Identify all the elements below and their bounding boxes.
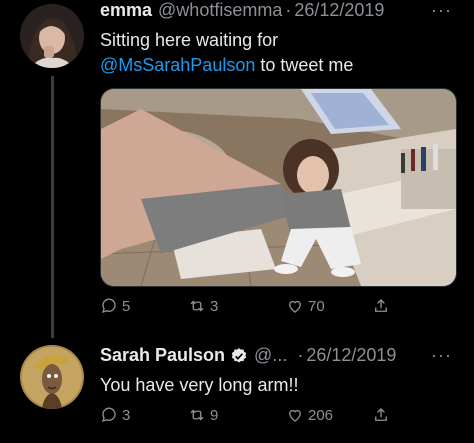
avatar[interactable] bbox=[20, 4, 84, 68]
profile-photo-icon bbox=[20, 4, 84, 68]
reply-count: 3 bbox=[122, 406, 131, 424]
tweet-header: Sarah Paulson @... · 26/12/2019 bbox=[100, 345, 396, 366]
tweet-actions: 3 9 206 bbox=[100, 406, 400, 428]
avatar[interactable] bbox=[20, 345, 84, 409]
tweet-text-tail: to tweet me bbox=[255, 55, 354, 75]
display-name[interactable]: Sarah Paulson bbox=[100, 345, 225, 366]
thread-connector-line bbox=[51, 76, 54, 338]
handle[interactable]: @... bbox=[254, 345, 287, 366]
share-icon bbox=[375, 408, 387, 421]
share-button[interactable] bbox=[372, 406, 390, 424]
timestamp[interactable]: 26/12/2019 bbox=[306, 345, 396, 366]
tweet-actions: 5 3 70 bbox=[100, 297, 400, 319]
heart-icon bbox=[289, 409, 301, 422]
reply-icon bbox=[101, 407, 116, 423]
handle[interactable]: @whotfisemma bbox=[158, 0, 282, 21]
tweet-text: You have very long arm!! bbox=[100, 375, 299, 395]
separator: · bbox=[297, 345, 304, 365]
reply-icon bbox=[101, 298, 116, 314]
retweet-icon bbox=[190, 409, 204, 421]
tweet-text-line: @MsSarahPaulson to tweet me bbox=[100, 53, 353, 78]
separator: · bbox=[285, 0, 292, 20]
like-count: 206 bbox=[308, 406, 334, 424]
more-options-button[interactable]: ··· bbox=[431, 0, 452, 21]
more-options-button[interactable]: ··· bbox=[431, 345, 452, 366]
like-button[interactable]: 206 bbox=[286, 406, 333, 424]
bathroom-selfie-image bbox=[101, 89, 456, 286]
share-button[interactable] bbox=[372, 297, 390, 315]
mention-link[interactable]: @MsSarahPaulson bbox=[100, 55, 255, 75]
tweet-text: Sitting here waiting for @MsSarahPaulson… bbox=[100, 28, 353, 78]
like-count: 70 bbox=[308, 297, 325, 315]
reply-button[interactable]: 3 bbox=[100, 406, 130, 424]
reply-count: 5 bbox=[122, 297, 131, 315]
retweet-button[interactable]: 3 bbox=[188, 297, 218, 315]
retweet-count: 3 bbox=[210, 297, 219, 315]
timestamp[interactable]: 26/12/2019 bbox=[294, 0, 384, 21]
reply-button[interactable]: 5 bbox=[100, 297, 130, 315]
tweet-header: emma @whotfisemma · 26/12/2019 bbox=[100, 0, 384, 21]
retweet-button[interactable]: 9 bbox=[188, 406, 218, 424]
share-icon bbox=[375, 299, 387, 312]
retweet-icon bbox=[190, 300, 204, 312]
heart-icon bbox=[289, 300, 301, 313]
like-button[interactable]: 70 bbox=[286, 297, 325, 315]
verified-badge-icon bbox=[231, 347, 247, 363]
retweet-count: 9 bbox=[210, 406, 219, 424]
tweet-text-line: Sitting here waiting for bbox=[100, 30, 279, 50]
display-name[interactable]: emma bbox=[100, 0, 152, 21]
tweet-photo[interactable] bbox=[100, 88, 457, 287]
illustrated-portrait-icon bbox=[20, 345, 84, 409]
